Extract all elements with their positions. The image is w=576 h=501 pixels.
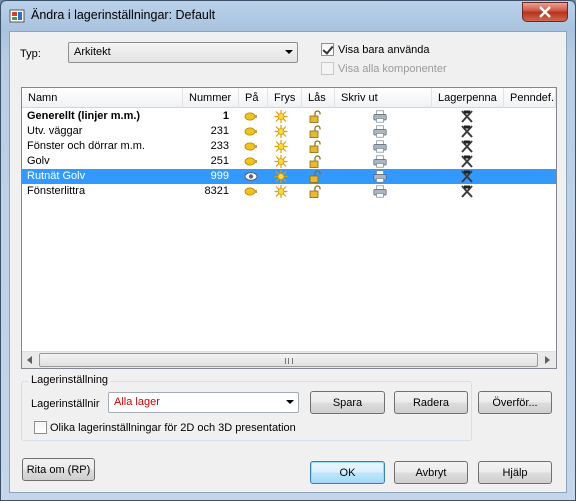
padlock-icon[interactable]: [308, 125, 322, 138]
layer-name: Fönster och dörrar m.m.: [27, 140, 145, 152]
layer-list[interactable]: Namn Nummer På Frys Lås Skriv ut Lagerpe…: [21, 87, 557, 369]
column-header-lock[interactable]: Lås: [302, 88, 335, 108]
pen-icon[interactable]: [460, 140, 474, 153]
padlock-icon[interactable]: [308, 110, 322, 123]
show-all-components-checkbox[interactable]: [321, 62, 334, 75]
table-row[interactable]: Utv. väggar 231: [22, 124, 556, 139]
column-header-layer-pen[interactable]: Lagerpenna: [432, 88, 504, 108]
layer-name: Generellt (linjer m.m.): [27, 110, 141, 122]
layer-number: 251: [210, 155, 229, 167]
column-header-name[interactable]: Namn: [22, 88, 183, 108]
close-button[interactable]: [522, 2, 568, 22]
layer-name: Golv: [27, 155, 50, 167]
layer-number: 8321: [204, 185, 229, 197]
padlock-icon[interactable]: [308, 170, 322, 183]
separate-2d-3d-label: Olika lagerinställningar för 2D och 3D p…: [50, 422, 296, 434]
sun-icon[interactable]: [274, 125, 288, 138]
column-header-pen-def[interactable]: Penndef.: [504, 88, 556, 108]
printer-icon[interactable]: [373, 185, 387, 198]
pen-icon[interactable]: [460, 155, 474, 168]
chevron-down-icon: [286, 400, 294, 404]
table-row[interactable]: Rutnät Golv 999: [22, 169, 556, 184]
column-header-on[interactable]: På: [239, 88, 268, 108]
layer-setting-group-title: Lagerinställning: [28, 374, 112, 386]
list-header: Namn Nummer På Frys Lås Skriv ut Lagerpe…: [22, 88, 556, 108]
layer-number: 1: [222, 110, 229, 122]
layer-setting-select-value: Alla lager: [114, 396, 160, 408]
chevron-down-icon: [285, 50, 293, 54]
dialog-client-area: Typ: Arkitekt Visa bara använda Visa all…: [9, 31, 567, 493]
table-row[interactable]: Generellt (linjer m.m.) 1: [22, 109, 556, 124]
table-row[interactable]: Golv 251: [22, 154, 556, 169]
transfer-button[interactable]: Överför...: [478, 391, 552, 414]
printer-icon[interactable]: [373, 125, 387, 138]
column-header-print[interactable]: Skriv ut: [335, 88, 432, 108]
lightbulb-icon[interactable]: [244, 110, 258, 123]
layer-name: Utv. väggar: [27, 125, 83, 137]
window-title: Ändra i lagerinställningar: Default: [31, 8, 216, 22]
lightbulb-icon[interactable]: [244, 155, 258, 168]
app-icon: [9, 9, 25, 23]
sun-icon[interactable]: [274, 155, 288, 168]
layer-number: 233: [210, 140, 229, 152]
layer-name: Fönsterlittra: [27, 185, 86, 197]
grip-icon: [285, 358, 293, 364]
column-header-freeze[interactable]: Frys: [268, 88, 302, 108]
type-select[interactable]: Arkitekt: [68, 42, 298, 63]
title-bar[interactable]: Ändra i lagerinställningar: Default: [1, 1, 575, 31]
eye-icon[interactable]: [244, 170, 258, 183]
pen-icon[interactable]: [460, 110, 474, 123]
layer-setting-select[interactable]: Alla lager: [108, 392, 299, 413]
redraw-button[interactable]: Rita om (RP): [22, 458, 95, 481]
sun-icon[interactable]: [274, 170, 288, 183]
table-row[interactable]: Fönsterlittra 8321: [22, 184, 556, 199]
sun-icon[interactable]: [274, 110, 288, 123]
layer-name: Rutnät Golv: [27, 170, 86, 182]
padlock-icon[interactable]: [308, 155, 322, 168]
printer-icon[interactable]: [373, 155, 387, 168]
horizontal-scrollbar[interactable]: [22, 351, 556, 368]
column-header-number[interactable]: Nummer: [183, 88, 239, 108]
close-icon: [539, 6, 551, 18]
layer-setting-label: Lagerinställnir: [31, 398, 100, 410]
ok-button[interactable]: OK: [310, 461, 385, 484]
separate-2d-3d-checkbox[interactable]: [34, 421, 47, 434]
layer-number: 231: [210, 125, 229, 137]
sun-icon[interactable]: [274, 140, 288, 153]
pen-icon[interactable]: [460, 170, 474, 183]
save-button[interactable]: Spara: [310, 391, 385, 414]
scroll-left-icon[interactable]: [27, 356, 32, 364]
scroll-right-icon[interactable]: [545, 356, 550, 364]
show-used-label: Visa bara använda: [338, 44, 430, 56]
padlock-icon[interactable]: [308, 140, 322, 153]
dialog-window: Ändra i lagerinställningar: Default Typ:…: [0, 0, 576, 501]
table-row[interactable]: Fönster och dörrar m.m. 233: [22, 139, 556, 154]
show-all-components-label: Visa alla komponenter: [338, 63, 447, 75]
show-used-checkbox[interactable]: [321, 43, 334, 56]
layer-number: 999: [210, 170, 229, 182]
sun-icon[interactable]: [274, 185, 288, 198]
pen-icon[interactable]: [460, 185, 474, 198]
lightbulb-icon[interactable]: [244, 185, 258, 198]
type-select-value: Arkitekt: [74, 46, 111, 58]
type-label: Typ:: [20, 48, 41, 60]
cancel-button[interactable]: Avbryt: [394, 461, 468, 484]
pen-icon[interactable]: [460, 125, 474, 138]
help-button[interactable]: Hjälp: [478, 461, 552, 484]
printer-icon[interactable]: [373, 110, 387, 123]
printer-icon[interactable]: [373, 140, 387, 153]
scrollbar-thumb[interactable]: [39, 353, 538, 367]
printer-icon[interactable]: [373, 170, 387, 183]
lightbulb-icon[interactable]: [244, 125, 258, 138]
lightbulb-icon[interactable]: [244, 140, 258, 153]
padlock-icon[interactable]: [308, 185, 322, 198]
delete-button[interactable]: Radera: [394, 391, 468, 414]
